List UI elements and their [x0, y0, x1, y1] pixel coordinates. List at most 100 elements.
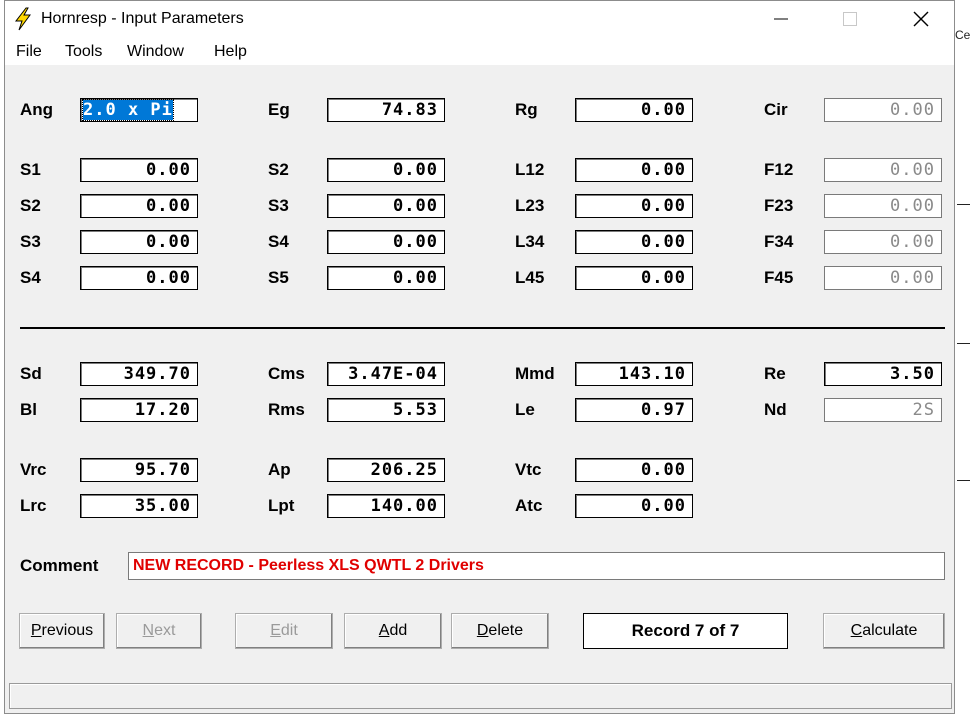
calculate-accel: C — [850, 622, 863, 639]
s4-field[interactable]: 0.00 — [80, 266, 198, 290]
next-accel: N — [142, 622, 155, 639]
input-parameters-window: Hornresp - Input Parameters File Tools W… — [4, 0, 955, 714]
label-s4: S4 — [268, 232, 289, 251]
label-s3: S3 — [20, 232, 41, 251]
label-f23: F23 — [764, 196, 794, 215]
label-vtc: Vtc — [515, 460, 542, 479]
menu-file[interactable]: File — [16, 43, 42, 61]
label-l34: L34 — [515, 232, 545, 251]
label-le: Le — [515, 400, 535, 419]
previous-label: revious — [41, 622, 94, 639]
l45-field[interactable]: 0.00 — [575, 266, 693, 290]
previous-accel: P — [30, 622, 42, 639]
label-s4: S4 — [20, 268, 41, 287]
label-cir: Cir — [764, 100, 788, 119]
s4-field[interactable]: 0.00 — [327, 230, 445, 254]
label-atc: Atc — [515, 496, 543, 515]
comment-field[interactable]: NEW RECORD - Peerless XLS QWTL 2 Drivers — [128, 552, 945, 580]
calculate-button[interactable]: Calculate — [823, 613, 945, 649]
minimize-icon — [774, 18, 788, 20]
maximize-button[interactable] — [827, 1, 873, 37]
vtc-field[interactable]: 0.00 — [575, 458, 693, 482]
label-s2: S2 — [20, 196, 41, 215]
s5-field[interactable]: 0.00 — [327, 266, 445, 290]
label-re: Re — [764, 364, 786, 383]
label-l23: L23 — [515, 196, 545, 215]
l12-field[interactable]: 0.00 — [575, 158, 693, 182]
lrc-field[interactable]: 35.00 — [80, 494, 198, 518]
add-button[interactable]: Add — [344, 613, 442, 649]
label-f34: F34 — [764, 232, 794, 251]
f23-field[interactable]: 0.00 — [824, 194, 942, 218]
ang-field[interactable]: 2.0 x Pi — [80, 98, 198, 122]
label-lrc: Lrc — [20, 496, 47, 515]
label-f12: F12 — [764, 160, 794, 179]
ang-value: 2.0 x Pi — [82, 99, 174, 121]
title-bar[interactable]: Hornresp - Input Parameters — [5, 1, 954, 37]
previous-button[interactable]: Previous — [19, 613, 105, 649]
background-line — [957, 343, 970, 344]
background-app — [955, 0, 970, 716]
bl-field[interactable]: 17.20 — [80, 398, 198, 422]
cir-field[interactable]: 0.00 — [824, 98, 942, 122]
s1-field[interactable]: 0.00 — [80, 158, 198, 182]
sd-field[interactable]: 349.70 — [80, 362, 198, 386]
rms-field[interactable]: 5.53 — [327, 398, 445, 422]
lightning-icon — [14, 7, 31, 31]
label-comment: Comment — [20, 556, 99, 575]
next-label: ext — [154, 622, 176, 639]
label-lpt: Lpt — [268, 496, 295, 515]
label-rms: Rms — [268, 400, 305, 419]
lpt-field[interactable]: 140.00 — [327, 494, 445, 518]
rg-field[interactable]: 0.00 — [575, 98, 693, 122]
background-line — [957, 204, 970, 205]
section-divider — [20, 327, 945, 329]
atc-field[interactable]: 0.00 — [575, 494, 693, 518]
label-ap: Ap — [268, 460, 291, 479]
minimize-button[interactable] — [758, 1, 804, 37]
cms-field[interactable]: 3.47E-04 — [327, 362, 445, 386]
label-f45: F45 — [764, 268, 794, 287]
delete-button[interactable]: Delete — [451, 613, 549, 649]
edit-accel: E — [270, 622, 281, 639]
next-button[interactable]: Next — [116, 613, 202, 649]
s2-field[interactable]: 0.00 — [80, 194, 198, 218]
delete-accel: D — [476, 622, 489, 639]
label-rg: Rg — [515, 100, 538, 119]
f12-field[interactable]: 0.00 — [824, 158, 942, 182]
add-accel: A — [378, 622, 390, 639]
s3-field[interactable]: 0.00 — [80, 230, 198, 254]
s2-field[interactable]: 0.00 — [327, 158, 445, 182]
vrc-field[interactable]: 95.70 — [80, 458, 198, 482]
window-title: Hornresp - Input Parameters — [41, 10, 244, 27]
label-l45: L45 — [515, 268, 545, 287]
label-s5: S5 — [268, 268, 289, 287]
record-indicator: Record 7 of 7 — [583, 613, 788, 649]
ap-field[interactable]: 206.25 — [327, 458, 445, 482]
re-field[interactable]: 3.50 — [824, 362, 942, 386]
menu-help[interactable]: Help — [214, 43, 247, 61]
f45-field[interactable]: 0.00 — [824, 266, 942, 290]
eg-field[interactable]: 74.83 — [327, 98, 445, 122]
l23-field[interactable]: 0.00 — [575, 194, 693, 218]
add-label: dd — [389, 622, 408, 639]
calculate-label: alculate — [862, 622, 918, 639]
le-field[interactable]: 0.97 — [575, 398, 693, 422]
menu-tools[interactable]: Tools — [65, 43, 102, 61]
s3-field[interactable]: 0.00 — [327, 194, 445, 218]
menu-window[interactable]: Window — [127, 43, 184, 61]
edit-button[interactable]: Edit — [235, 613, 333, 649]
label-s1: S1 — [20, 160, 41, 179]
label-s2: S2 — [268, 160, 289, 179]
label-ang: Ang — [20, 100, 54, 119]
f34-field[interactable]: 0.00 — [824, 230, 942, 254]
mmd-field[interactable]: 143.10 — [575, 362, 693, 386]
close-button[interactable] — [898, 1, 944, 37]
label-cms: Cms — [268, 364, 305, 383]
nd-field[interactable]: 2S — [824, 398, 942, 422]
l34-field[interactable]: 0.00 — [575, 230, 693, 254]
label-sd: Sd — [20, 364, 42, 383]
maximize-icon — [843, 12, 857, 26]
label-vrc: Vrc — [20, 460, 47, 479]
background-text: Ce — [955, 28, 970, 42]
